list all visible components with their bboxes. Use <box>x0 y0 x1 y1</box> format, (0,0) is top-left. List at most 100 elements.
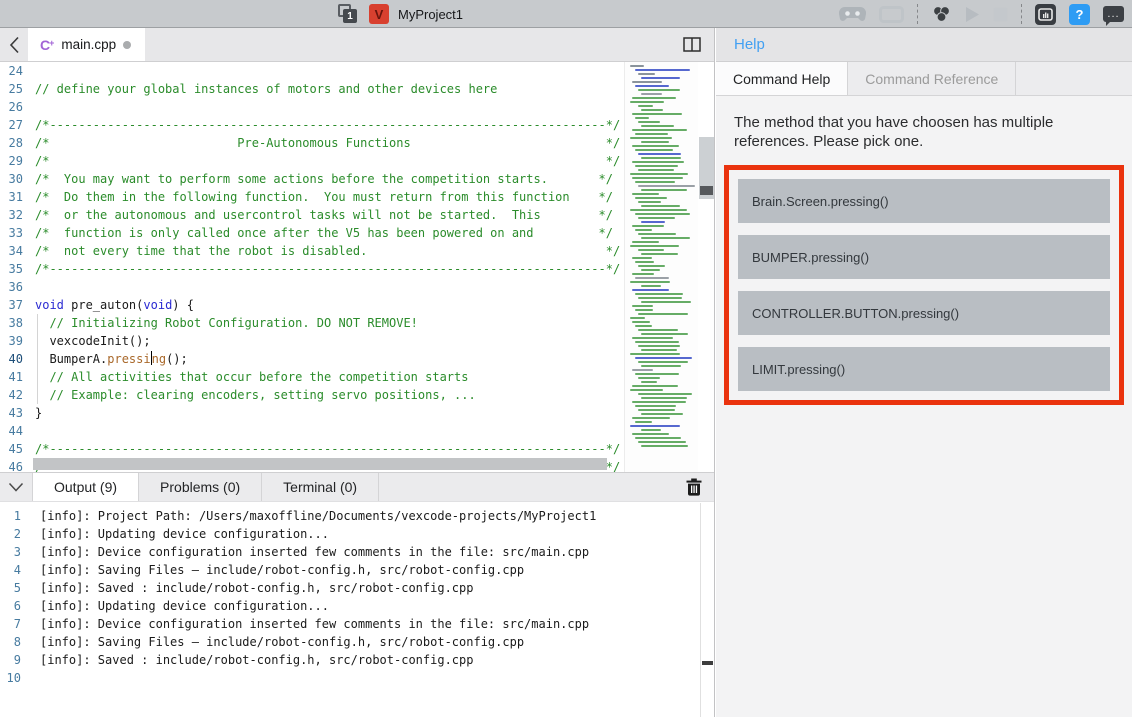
clear-console-button[interactable] <box>674 473 714 501</box>
minimap-line <box>638 377 660 379</box>
stop-icon[interactable] <box>993 2 1008 26</box>
code-segment: /* not every time that the robot is disa… <box>35 244 620 258</box>
horizontal-scrollbar[interactable] <box>33 458 607 470</box>
code-segment: /*--------------------------------------… <box>35 262 620 276</box>
line-number: 43 <box>0 404 30 422</box>
method-options-highlight-box: Brain.Screen.pressing() BUMPER.pressing()… <box>724 165 1124 405</box>
console-tab-terminal[interactable]: Terminal (0) <box>262 473 379 501</box>
minimap-line <box>641 333 688 335</box>
code-editor[interactable]: 2425262728293031323334353637383940414243… <box>0 62 714 472</box>
code-line[interactable]: /*--------------------------------------… <box>30 440 624 458</box>
line-number: 36 <box>0 278 30 296</box>
output-line-number: 2 <box>0 525 28 543</box>
code-line[interactable]: /* Pre-Autonomous Functions */ <box>30 134 624 152</box>
vex-v5-logo-icon[interactable]: V <box>369 4 389 24</box>
minimap-line <box>638 153 681 155</box>
code-segment: void <box>35 298 64 312</box>
help-tab-label: Command Help <box>733 71 830 87</box>
minimap-line <box>638 297 682 299</box>
slot-1-icon[interactable]: 1 <box>336 3 358 25</box>
code-segment: /* Do them in the following function. Yo… <box>35 190 613 204</box>
output-lines: [info]: Project Path: /Users/maxoffline/… <box>28 507 698 687</box>
file-tab-label: main.cpp <box>61 37 116 52</box>
code-line[interactable]: /* Do them in the following function. Yo… <box>30 188 624 206</box>
device-info-icon[interactable] <box>1035 4 1056 25</box>
code-line[interactable]: /*--------------------------------------… <box>30 260 624 278</box>
build-download-icon[interactable] <box>931 2 952 26</box>
help-icon[interactable]: ? <box>1069 4 1090 25</box>
method-option[interactable]: Brain.Screen.pressing() <box>738 179 1110 223</box>
chevron-left-icon[interactable] <box>0 28 28 61</box>
code-line[interactable] <box>30 62 624 80</box>
vexcode-window: 1 V MyProject1 <box>0 0 1132 717</box>
code-line[interactable] <box>30 98 624 116</box>
code-segment: /* */ <box>35 154 620 168</box>
output-gutter: 12345678910 <box>0 507 28 687</box>
minimap-line <box>641 365 681 367</box>
indent-guide <box>37 314 38 404</box>
minimap-line <box>630 65 644 67</box>
minimap-line <box>635 325 652 327</box>
play-icon[interactable] <box>965 2 980 26</box>
minimap-line <box>641 253 678 255</box>
code-line[interactable]: /* not every time that the robot is disa… <box>30 242 624 260</box>
minimap-line <box>635 165 678 167</box>
minimap-line <box>641 413 683 415</box>
code-line[interactable]: } <box>30 404 624 422</box>
split-editor-icon[interactable] <box>670 28 714 61</box>
feedback-icon[interactable]: ... <box>1103 6 1124 22</box>
code-line[interactable]: void pre_auton(void) { <box>30 296 624 314</box>
output-line-number: 5 <box>0 579 28 597</box>
minimap-line <box>638 393 692 395</box>
minimap-line <box>632 97 676 99</box>
minimap-line <box>638 313 688 315</box>
code-line[interactable]: // All activities that occur before the … <box>30 368 624 386</box>
minimap-line <box>635 421 652 423</box>
minimap-line <box>635 229 652 231</box>
code-line[interactable]: vexcodeInit(); <box>30 332 624 350</box>
method-option[interactable]: CONTROLLER.BUTTON.pressing() <box>738 291 1110 335</box>
code-line[interactable]: /* function is only called once after th… <box>30 224 624 242</box>
code-line[interactable]: /* You may want to perform some actions … <box>30 170 624 188</box>
code-line[interactable]: // define your global instances of motor… <box>30 80 624 98</box>
code-line[interactable]: /*--------------------------------------… <box>30 116 624 134</box>
code-line[interactable]: BumperA.pressing(); <box>30 350 624 368</box>
line-number: 28 <box>0 134 30 152</box>
console-tabs: Output (9) Problems (0) Terminal (0) <box>32 473 379 501</box>
minimap-line <box>635 85 669 87</box>
code-line[interactable]: /* */ <box>30 152 624 170</box>
brain-screen-icon[interactable] <box>879 2 904 26</box>
method-option[interactable]: BUMPER.pressing() <box>738 235 1110 279</box>
help-tab-command-reference[interactable]: Command Reference <box>848 62 1016 95</box>
code-segment: vexcodeInit(); <box>35 334 151 348</box>
console-tab-output[interactable]: Output (9) <box>32 473 139 501</box>
output-console[interactable]: 12345678910 [info]: Project Path: /Users… <box>0 503 714 717</box>
console-tab-label: Problems (0) <box>160 479 240 495</box>
output-scrollbar-thumb[interactable] <box>702 661 713 665</box>
minimap-line <box>630 389 663 391</box>
code-line[interactable] <box>30 278 624 296</box>
minimap-line <box>630 281 670 283</box>
minimap-line <box>641 349 677 351</box>
minimap-line <box>632 289 669 291</box>
method-option[interactable]: LIMIT.pressing() <box>738 347 1110 391</box>
minimap-line <box>630 353 680 355</box>
minimap-line <box>632 401 686 403</box>
chevron-down-icon[interactable] <box>0 473 32 501</box>
controller-icon[interactable] <box>839 2 866 26</box>
line-number: 24 <box>0 62 30 80</box>
vertical-scrollbar[interactable] <box>699 62 714 472</box>
code-line[interactable]: // Example: clearing encoders, setting s… <box>30 386 624 404</box>
minimap-line <box>638 361 688 363</box>
code-line[interactable]: /* or the autonomous and usercontrol tas… <box>30 206 624 224</box>
console-tab-problems[interactable]: Problems (0) <box>139 473 262 501</box>
code-area[interactable]: // define your global instances of motor… <box>30 62 624 472</box>
minimap[interactable] <box>624 62 698 472</box>
code-line[interactable] <box>30 422 624 440</box>
scrollbar-thumb-dark[interactable] <box>700 186 713 195</box>
minimap-line <box>638 73 655 75</box>
minimap-line <box>630 317 645 319</box>
tab-main-cpp[interactable]: C+ main.cpp <box>28 28 145 61</box>
help-tab-command-help[interactable]: Command Help <box>716 62 848 95</box>
code-line[interactable]: // Initializing Robot Configuration. DO … <box>30 314 624 332</box>
